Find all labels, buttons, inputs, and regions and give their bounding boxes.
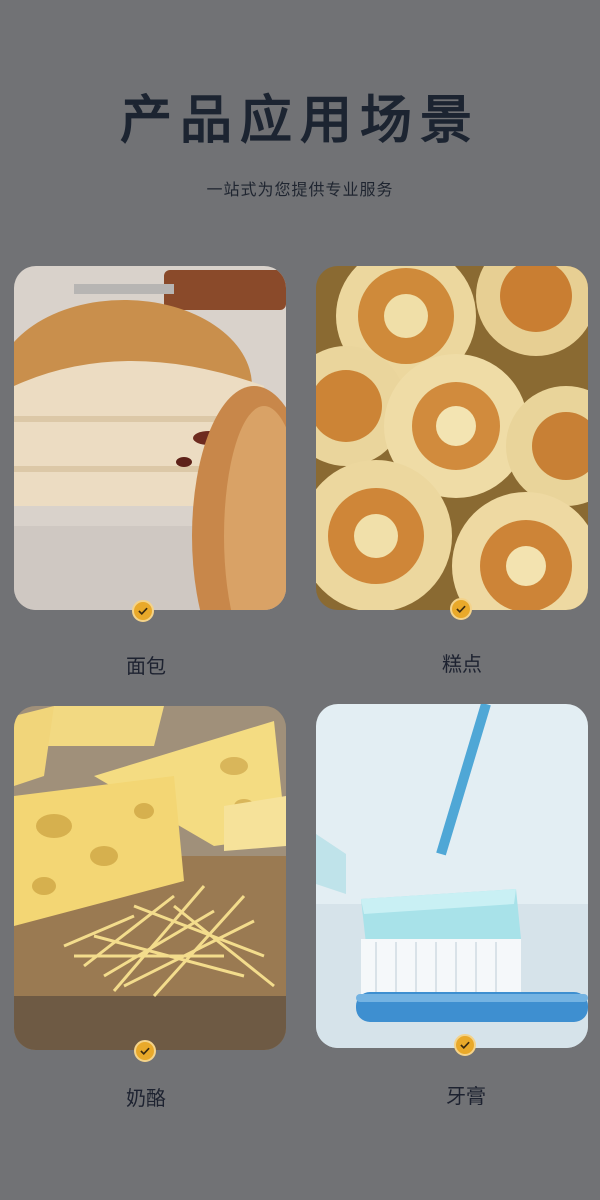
check-icon [132, 600, 154, 622]
scene-image-bread [14, 266, 286, 610]
page-subtitle: 一站式为您提供专业服务 [206, 180, 394, 199]
scene-label: 牙膏 [446, 1084, 486, 1108]
scene-image-pastry [316, 266, 588, 610]
scene-label: 奶酪 [126, 1086, 166, 1110]
scene-label: 糕点 [442, 652, 482, 676]
page-title: 产品应用场景 [119, 91, 480, 151]
check-icon [450, 598, 472, 620]
scene-label: 面包 [126, 654, 166, 678]
check-icon [454, 1034, 476, 1056]
check-icon [134, 1040, 156, 1062]
scene-image-cheese [14, 706, 286, 1050]
scene-image-toothpaste [316, 704, 588, 1048]
